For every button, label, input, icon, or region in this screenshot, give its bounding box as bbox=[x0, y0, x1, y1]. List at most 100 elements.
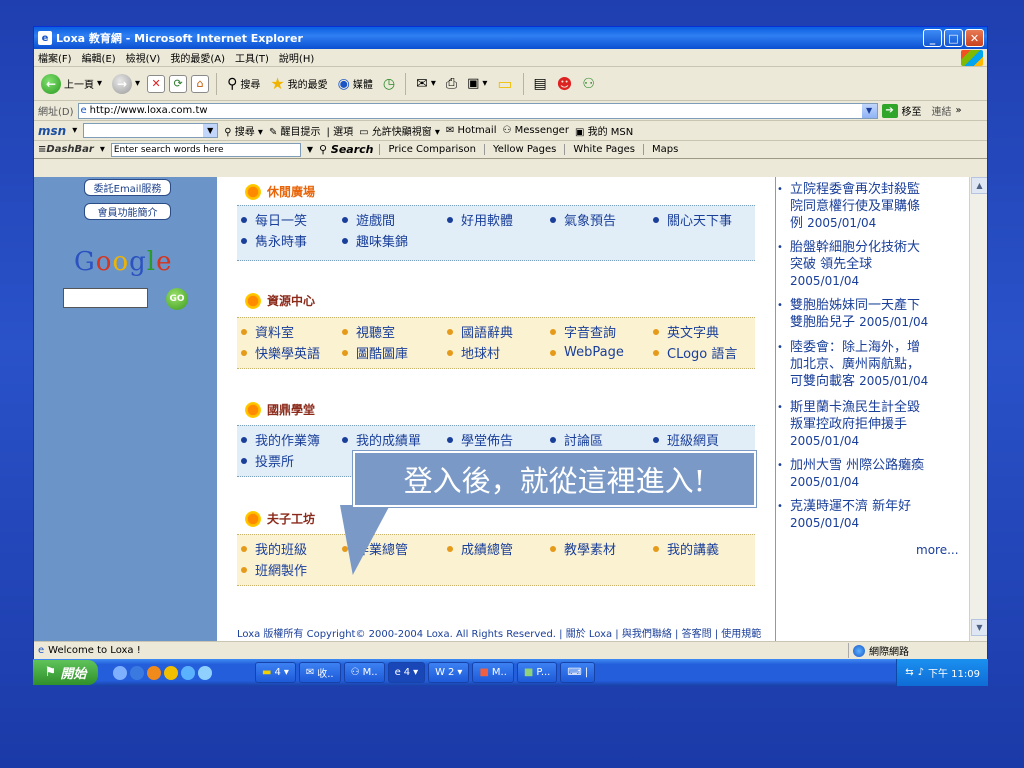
popup-button[interactable]: ▭ 允許快顯視窗 ▾ bbox=[359, 123, 440, 138]
msn-search-input[interactable]: ▼ bbox=[83, 123, 219, 138]
menu-tools[interactable]: 工具(T) bbox=[235, 50, 269, 65]
taskbar-powerpoint[interactable]: ■ P... bbox=[516, 662, 558, 683]
link-daily-joke[interactable]: 每日一笑 bbox=[237, 210, 342, 229]
more-news-link[interactable]: more... bbox=[916, 543, 959, 557]
price-comparison-link[interactable]: Price Comparison bbox=[379, 144, 484, 155]
quicklaunch-messenger-icon[interactable] bbox=[164, 665, 178, 680]
news-item[interactable]: • 立院程委會再次封殺監 院同意權行使及軍購條例 2005/01/04 bbox=[776, 181, 966, 232]
quicklaunch-player-icon[interactable] bbox=[147, 665, 161, 680]
menu-favorites[interactable]: 我的最愛(A) bbox=[170, 50, 225, 65]
forward-button[interactable]: → ▾ bbox=[109, 72, 143, 96]
news-item[interactable]: • 加州大雪 州際公路癱瘓 2005/01/04 bbox=[776, 457, 966, 491]
link-grades[interactable]: 我的成績單 bbox=[342, 430, 447, 449]
search-button[interactable]: ⚲ 搜尋 bbox=[224, 74, 263, 94]
go-button[interactable]: 移至 bbox=[902, 103, 922, 118]
favorites-button[interactable]: ★ 我的最愛 bbox=[267, 72, 330, 95]
mymsn-link[interactable]: ▣ 我的 MSN bbox=[575, 123, 633, 138]
link-pronunciation[interactable]: 字音查詢 bbox=[550, 322, 653, 341]
link-forum[interactable]: 討論區 bbox=[550, 430, 653, 449]
volume-icon[interactable]: ♪ bbox=[918, 667, 924, 678]
dashbar-dropdown-icon[interactable]: ▾ bbox=[100, 144, 105, 155]
email-service-button[interactable]: 委託Email服務 bbox=[84, 179, 171, 196]
edit-button[interactable]: ▣ ▾ bbox=[464, 74, 490, 93]
address-dropdown-icon[interactable]: ▼ bbox=[861, 103, 877, 118]
link-grade-manager[interactable]: 成績總管 bbox=[447, 539, 550, 558]
menu-view[interactable]: 檢視(V) bbox=[126, 50, 161, 65]
link-weather[interactable]: 氣象預告 bbox=[550, 210, 653, 229]
link-fun-collection[interactable]: 趣味集錦 bbox=[342, 231, 408, 250]
link-announcements[interactable]: 學堂佈告 bbox=[447, 430, 550, 449]
hotmail-button[interactable]: ✉ Hotmail bbox=[446, 125, 497, 136]
address-input[interactable]: e http://www.loxa.com.tw ▼ bbox=[77, 102, 878, 119]
messenger-link[interactable]: ⚇ Messenger bbox=[502, 125, 568, 136]
msn-search-button[interactable]: ⚲ 搜尋 ▾ bbox=[224, 123, 263, 138]
yellow-pages-link[interactable]: Yellow Pages bbox=[483, 144, 565, 155]
chevron-right-icon[interactable]: » bbox=[956, 105, 962, 116]
maximize-button[interactable]: □ bbox=[944, 29, 963, 47]
link-current-affairs[interactable]: 雋永時事 bbox=[237, 231, 342, 250]
white-pages-link[interactable]: White Pages bbox=[564, 144, 644, 155]
taskbar-msn[interactable]: ⚇ M.. bbox=[343, 662, 385, 683]
media-button[interactable]: ◉ 媒體 bbox=[335, 74, 376, 94]
link-class-page[interactable]: 班級網頁 bbox=[653, 430, 719, 449]
scroll-up-icon[interactable]: ▲ bbox=[971, 177, 987, 194]
link-english-dict[interactable]: 英文字典 bbox=[653, 322, 719, 341]
print-button[interactable]: ⎙ bbox=[443, 74, 460, 94]
msn-dropdown-icon[interactable]: ▾ bbox=[72, 125, 77, 136]
back-button[interactable]: ← 上一頁 ▾ bbox=[38, 72, 105, 96]
link-my-handouts[interactable]: 我的講義 bbox=[653, 539, 719, 558]
member-intro-button[interactable]: 會員功能簡介 bbox=[84, 203, 171, 220]
link-webpage[interactable]: WebPage bbox=[550, 345, 653, 360]
quicklaunch-ie2-icon[interactable] bbox=[198, 665, 212, 680]
link-voting[interactable]: 投票所 bbox=[237, 451, 342, 470]
vertical-scrollbar[interactable]: ▲ ▼ bbox=[969, 177, 987, 641]
news-item[interactable]: • 斯里蘭卡漁民生計全毀 叛軍控政府拒伸援手 2005/01/04 bbox=[776, 399, 966, 450]
link-image-library[interactable]: 圖酷圖庫 bbox=[342, 343, 447, 362]
minimize-button[interactable]: _ bbox=[923, 29, 942, 47]
refresh-icon[interactable]: ⟳ bbox=[169, 74, 188, 93]
taskbar-app[interactable]: ■ M.. bbox=[472, 662, 514, 683]
title-bar[interactable]: e Loxa 教育網 - Microsoft Internet Explorer… bbox=[34, 27, 987, 49]
history-button[interactable]: ◷ bbox=[380, 74, 398, 94]
news-item[interactable]: • 胎盤幹細胞分化技術大 突破 領先全球 2005/01/04 bbox=[776, 239, 966, 290]
dashbar-search-input[interactable]: Enter search words here bbox=[110, 142, 301, 157]
taskbar-inbox[interactable]: ✉ 收.. bbox=[298, 662, 341, 683]
link-global-village[interactable]: 地球村 bbox=[447, 343, 550, 362]
taskbar-word-group[interactable]: W2 ▾ bbox=[428, 662, 470, 683]
contacts-button[interactable]: ⚇ bbox=[579, 74, 598, 94]
quicklaunch-search-icon[interactable] bbox=[113, 665, 127, 680]
options-button[interactable]: | 選項 bbox=[327, 123, 354, 138]
link-clogo[interactable]: CLogo 語言 bbox=[653, 343, 737, 362]
news-item[interactable]: • 克漢時運不濟 新年好 2005/01/04 bbox=[776, 498, 966, 532]
link-teaching-materials[interactable]: 教學素材 bbox=[550, 539, 653, 558]
stop-icon[interactable]: ✕ bbox=[147, 74, 166, 93]
dashbar-logo[interactable]: ≡DashBar bbox=[38, 144, 94, 155]
link-world-news[interactable]: 關心天下事 bbox=[653, 210, 732, 229]
discuss-button[interactable]: ▭ bbox=[494, 72, 515, 95]
taskbar-keyboard[interactable]: ⌨ | bbox=[560, 662, 596, 683]
link-homework[interactable]: 我的作業簿 bbox=[237, 430, 342, 449]
news-item[interactable]: • 雙胞胎姊妹同一天產下 雙胞胎兒子 2005/01/04 bbox=[776, 297, 966, 331]
link-happy-english[interactable]: 快樂學英語 bbox=[237, 343, 342, 362]
dashbar-input-dropdown-icon[interactable]: ▼ bbox=[307, 145, 313, 154]
taskbar-ie-group[interactable]: e4 ▾ bbox=[387, 662, 426, 683]
quicklaunch-ie-icon[interactable] bbox=[181, 665, 195, 680]
msn-logo[interactable]: msn bbox=[38, 124, 66, 138]
mail-button[interactable]: ✉ ▾ bbox=[413, 74, 439, 94]
quicklaunch-media-icon[interactable] bbox=[130, 665, 144, 680]
google-go-button[interactable]: GO bbox=[166, 288, 188, 310]
msn-input-dropdown-icon[interactable]: ▼ bbox=[203, 124, 218, 137]
news-item[interactable]: • 陸委會：除上海外，增 加北京、廣州兩航點， 可雙向載客 2005/01/04 bbox=[776, 339, 966, 390]
highlight-button[interactable]: ✎ 醒目提示 bbox=[269, 123, 321, 138]
dashbar-search-button[interactable]: ⚲ Search bbox=[319, 143, 373, 156]
go-arrow-icon[interactable]: ➔ bbox=[881, 103, 898, 118]
network-icon[interactable]: ⇆ bbox=[905, 667, 913, 678]
menu-edit[interactable]: 編輯(E) bbox=[82, 50, 116, 65]
scroll-down-icon[interactable]: ▼ bbox=[971, 619, 987, 636]
link-mandarin-dict[interactable]: 國語辭典 bbox=[447, 322, 550, 341]
messenger-button[interactable]: ☻ bbox=[554, 73, 576, 95]
close-button[interactable]: ✕ bbox=[965, 29, 984, 47]
start-button[interactable]: ⚑ 開始 bbox=[33, 660, 98, 685]
taskbar-folder-group[interactable]: ▬ 4 ▾ bbox=[255, 662, 296, 683]
google-search-input[interactable] bbox=[63, 288, 148, 308]
